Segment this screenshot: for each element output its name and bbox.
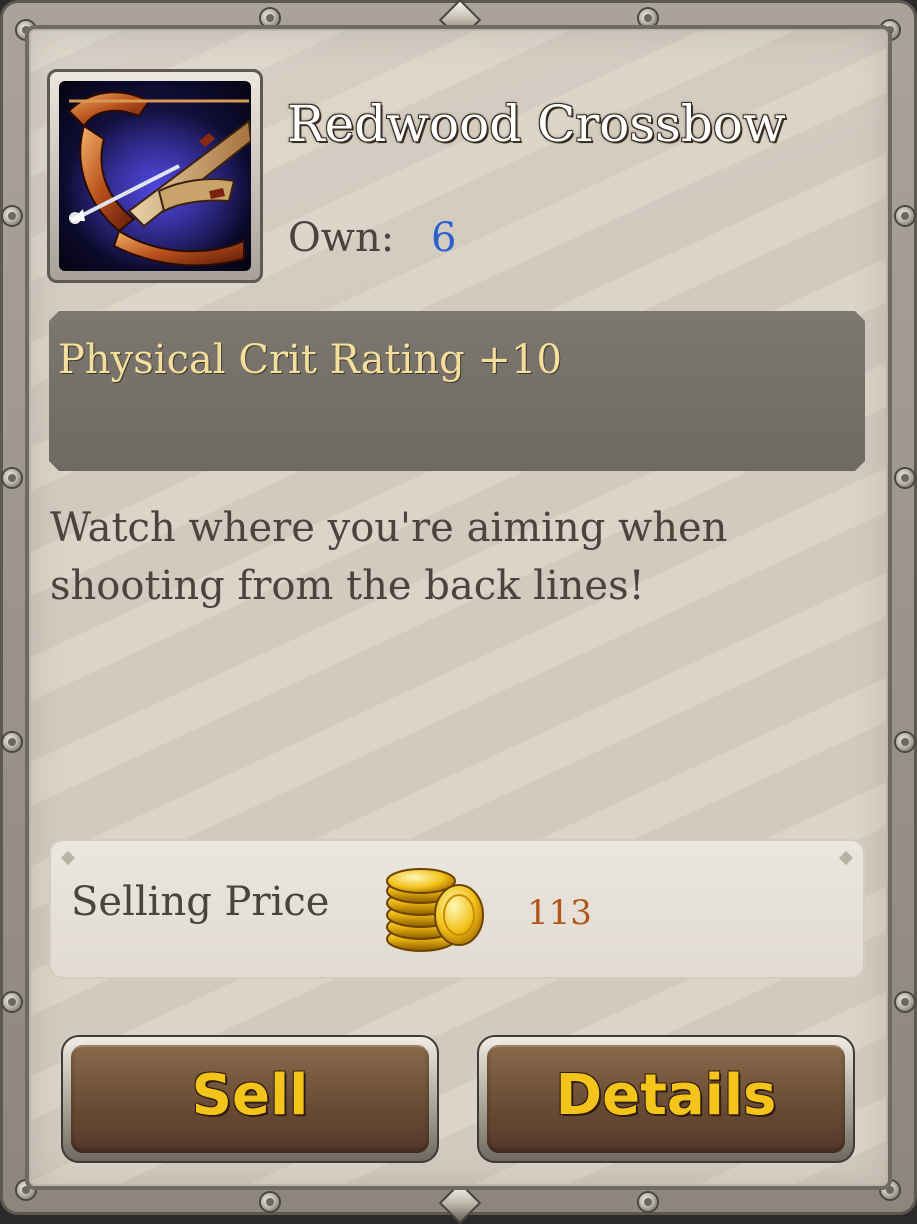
crossbow-icon xyxy=(59,81,251,271)
item-stat: Physical Crit Rating +10 xyxy=(58,337,562,383)
rivet-decoration xyxy=(896,207,914,225)
rivet-decoration xyxy=(3,733,21,751)
rivet-decoration xyxy=(3,993,21,1011)
rivet-decoration xyxy=(896,469,914,487)
item-stats-box: Physical Crit Rating +10 xyxy=(49,311,865,471)
sell-button-face[interactable]: Sell xyxy=(71,1045,429,1153)
item-name: Redwood Crossbow xyxy=(287,95,786,153)
own-count: 6 xyxy=(431,215,457,261)
sell-button-label: Sell xyxy=(191,1062,309,1128)
selling-price-label: Selling Price xyxy=(71,879,330,925)
selling-price-box: Selling Price 113 xyxy=(49,839,865,979)
item-description: Watch where you're aiming when shooting … xyxy=(50,505,728,609)
corner-dot-decoration xyxy=(60,850,76,866)
rivet-decoration xyxy=(3,469,21,487)
sell-button[interactable]: Sell xyxy=(61,1035,439,1163)
item-info-frame: Redwood Crossbow Own: 6 Physical Crit Ra… xyxy=(0,0,917,1224)
details-button-label: Details xyxy=(555,1062,777,1128)
rivet-decoration xyxy=(896,733,914,751)
rivet-decoration xyxy=(896,993,914,1011)
item-icon-frame xyxy=(47,69,263,283)
rivet-decoration xyxy=(639,1193,657,1211)
selling-price-value: 113 xyxy=(527,893,592,933)
own-label: Own: xyxy=(288,215,395,261)
rivet-decoration xyxy=(261,1193,279,1211)
gold-coins-icon xyxy=(383,859,487,959)
rivet-decoration xyxy=(3,207,21,225)
corner-dot-decoration xyxy=(838,850,854,866)
details-button-face[interactable]: Details xyxy=(487,1045,845,1153)
details-button[interactable]: Details xyxy=(477,1035,855,1163)
